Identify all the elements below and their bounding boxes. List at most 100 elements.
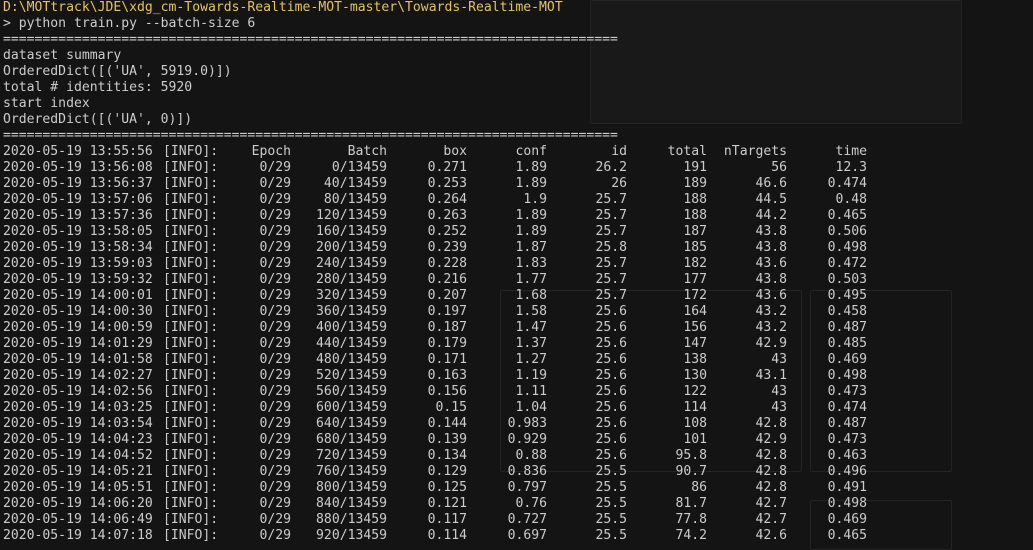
log-cell-timestamp: 2020-05-19 14:05:51 <box>3 480 153 495</box>
log-cell-ntargets: 43.6 <box>755 288 787 303</box>
log-cell-timestamp: 2020-05-19 14:06:20 <box>3 496 153 511</box>
log-cell-level: [INFO]: <box>163 464 219 479</box>
log-cell-timestamp: 2020-05-19 13:59:32 <box>3 272 153 287</box>
command-line: > python train.py --batch-size 6 <box>3 16 256 31</box>
log-cell-time: 0.473 <box>827 384 867 399</box>
log-cell-conf: 1.9 <box>523 192 547 207</box>
header-batch: Batch <box>347 144 387 159</box>
log-cell-box: 0.117 <box>427 512 467 527</box>
log-cell-id: 25.7 <box>595 192 627 207</box>
log-cell-id: 25.6 <box>595 384 627 399</box>
working-directory-path: D:\MOTtrack\JDE\xdg_cm-Towards-Realtime-… <box>3 0 563 15</box>
log-cell-box: 0.156 <box>427 384 467 399</box>
log-cell-batch: 240/13459 <box>316 256 387 271</box>
log-cell-batch: 560/13459 <box>316 384 387 399</box>
summary-line: total # identities: 5920 <box>3 80 193 95</box>
log-cell-ntargets: 43.6 <box>755 256 787 271</box>
log-cell-timestamp: 2020-05-19 13:57:36 <box>3 208 153 223</box>
log-cell-ntargets: 42.8 <box>755 448 787 463</box>
log-cell-ntargets: 43.1 <box>755 368 787 383</box>
log-cell-id: 25.6 <box>595 336 627 351</box>
log-cell-ntargets: 43 <box>771 384 787 399</box>
log-cell-box: 0.263 <box>427 208 467 223</box>
log-cell-ntargets: 44.2 <box>755 208 787 223</box>
log-cell-conf: 1.37 <box>515 336 547 351</box>
log-row: 2020-05-19 14:05:51 [INFO]: 0/29 800/13459 0… <box>0 480 1033 496</box>
log-cell-batch: 360/13459 <box>316 304 387 319</box>
log-cell-box: 0.216 <box>427 272 467 287</box>
log-cell-total: 188 <box>683 208 707 223</box>
log-cell-conf: 1.89 <box>515 176 547 191</box>
log-row: 2020-05-19 14:04:52 [INFO]: 0/29 720/13459 0… <box>0 448 1033 464</box>
log-cell-id: 25.6 <box>595 368 627 383</box>
log-cell-batch: 760/13459 <box>316 464 387 479</box>
log-cell-box: 0.163 <box>427 368 467 383</box>
log-cell-box: 0.264 <box>427 192 467 207</box>
log-cell-conf: 0.88 <box>515 448 547 463</box>
log-row: 2020-05-19 13:56:08 [INFO]: 0/29 0/13459 0.2… <box>0 160 1033 176</box>
log-cell-timestamp: 2020-05-19 14:05:21 <box>3 464 153 479</box>
log-cell-time: 0.48 <box>835 192 867 207</box>
log-row: 2020-05-19 14:02:56 [INFO]: 0/29 560/13459 0… <box>0 384 1033 400</box>
log-cell-conf: 1.77 <box>515 272 547 287</box>
log-cell-epoch: 0/29 <box>259 496 291 511</box>
log-cell-box: 0.253 <box>427 176 467 191</box>
log-cell-batch: 720/13459 <box>316 448 387 463</box>
log-cell-batch: 400/13459 <box>316 320 387 335</box>
log-cell-box: 0.114 <box>427 528 467 543</box>
log-cell-batch: 200/13459 <box>316 240 387 255</box>
log-cell-level: [INFO]: <box>163 240 219 255</box>
log-cell-total: 172 <box>683 288 707 303</box>
log-cell-time: 12.3 <box>835 160 867 175</box>
log-cell-id: 25.5 <box>595 464 627 479</box>
log-cell-conf: 1.89 <box>515 160 547 175</box>
log-cell-conf: 1.11 <box>515 384 547 399</box>
log-cell-total: 130 <box>683 368 707 383</box>
log-cell-batch: 160/13459 <box>316 224 387 239</box>
log-cell-batch: 920/13459 <box>316 528 387 543</box>
summary-line: OrderedDict([('UA', 0)]) <box>3 112 193 127</box>
log-cell-ntargets: 46.6 <box>755 176 787 191</box>
log-cell-conf: 0.983 <box>507 416 547 431</box>
terminal-output[interactable]: D:\MOTtrack\JDE\xdg_cm-Towards-Realtime-… <box>0 0 1033 548</box>
log-cell-id: 25.6 <box>595 400 627 415</box>
header-epoch: Epoch <box>251 144 291 159</box>
log-row: 2020-05-19 13:59:32 [INFO]: 0/29 280/13459 0… <box>0 272 1033 288</box>
log-cell-timestamp: 2020-05-19 13:58:05 <box>3 224 153 239</box>
log-row: 2020-05-19 14:00:01 [INFO]: 0/29 320/13459 0… <box>0 288 1033 304</box>
log-cell-id: 25.5 <box>595 480 627 495</box>
log-cell-total: 188 <box>683 192 707 207</box>
log-cell-time: 0.473 <box>827 432 867 447</box>
log-cell-time: 0.498 <box>827 240 867 255</box>
log-cell-batch: 0/13459 <box>331 160 387 175</box>
log-cell-id: 25.6 <box>595 320 627 335</box>
log-cell-time: 0.485 <box>827 336 867 351</box>
log-cell-conf: 0.76 <box>515 496 547 511</box>
log-cell-conf: 1.47 <box>515 320 547 335</box>
log-cell-box: 0.144 <box>427 416 467 431</box>
log-cell-box: 0.121 <box>427 496 467 511</box>
log-cell-box: 0.171 <box>427 352 467 367</box>
log-cell-epoch: 0/29 <box>259 512 291 527</box>
log-cell-ntargets: 43 <box>771 400 787 415</box>
log-cell-level: [INFO]: <box>163 496 219 511</box>
log-row: 2020-05-19 14:03:54 [INFO]: 0/29 640/13459 0… <box>0 416 1033 432</box>
log-cell-ntargets: 42.9 <box>755 336 787 351</box>
log-cell-time: 0.495 <box>827 288 867 303</box>
log-cell-time: 0.472 <box>827 256 867 271</box>
log-cell-level: [INFO]: <box>163 192 219 207</box>
log-cell-timestamp: 2020-05-19 14:00:30 <box>3 304 153 319</box>
summary-line: OrderedDict([('UA', 5919.0)]) <box>3 64 232 79</box>
log-cell-id: 26.2 <box>595 160 627 175</box>
log-cell-epoch: 0/29 <box>259 448 291 463</box>
log-cell-timestamp: 2020-05-19 14:02:27 <box>3 368 153 383</box>
log-row: 2020-05-19 14:01:29 [INFO]: 0/29 440/13459 0… <box>0 336 1033 352</box>
log-header-row: 2020-05-19 13:55:56 [INFO]: Epoch Batch … <box>0 144 1033 160</box>
log-cell-epoch: 0/29 <box>259 480 291 495</box>
log-cell-ntargets: 43.8 <box>755 240 787 255</box>
log-cell-time: 0.498 <box>827 368 867 383</box>
log-cell-level: [INFO]: <box>163 320 219 335</box>
log-row: 2020-05-19 14:02:27 [INFO]: 0/29 520/13459 0… <box>0 368 1033 384</box>
log-cell-total: 74.2 <box>675 528 707 543</box>
log-cell-batch: 600/13459 <box>316 400 387 415</box>
